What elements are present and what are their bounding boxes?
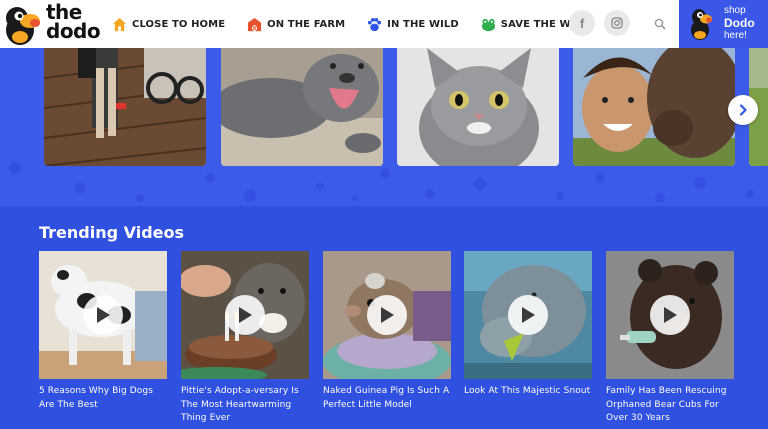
carousel-image <box>44 48 206 166</box>
top-nav: the dodo CLOSE TO HOME ON THE FARM IN TH… <box>0 0 768 48</box>
chevron-right-icon <box>739 104 747 116</box>
play-button[interactable] <box>367 295 407 335</box>
instagram-icon <box>611 17 623 29</box>
play-button[interactable] <box>83 295 123 335</box>
house-icon <box>112 17 127 31</box>
carousel-image <box>221 48 383 166</box>
logo-wordmark: the dodo <box>46 2 101 43</box>
video-thumbnail[interactable] <box>323 251 451 379</box>
shop-line-3: here! <box>724 30 747 41</box>
section-nav: CLOSE TO HOME ON THE FARM IN THE WILD SA… <box>112 0 611 48</box>
play-icon <box>381 307 394 323</box>
video-thumbnail[interactable] <box>464 251 592 379</box>
nav-label: ON THE FARM <box>267 18 346 30</box>
frog-icon <box>481 18 495 31</box>
play-button[interactable] <box>508 295 548 335</box>
section-title: Trending Videos <box>39 223 185 242</box>
search-icon <box>654 18 666 30</box>
shop-line-2: Dodo <box>724 16 755 30</box>
nav-close-to-home[interactable]: CLOSE TO HOME <box>112 17 225 32</box>
play-icon <box>664 307 677 323</box>
shop-bird-icon <box>691 9 712 40</box>
carousel-card[interactable] <box>573 48 735 166</box>
play-icon <box>239 307 252 323</box>
carousel-next-button[interactable] <box>728 95 758 125</box>
nav-label: CLOSE TO HOME <box>132 18 226 30</box>
video-card[interactable]: 5 Reasons Why Big Dogs Are The Best <box>39 251 167 412</box>
facebook-icon: f <box>579 15 585 31</box>
carousel-card[interactable] <box>221 48 383 166</box>
video-title[interactable]: Pittie's Adopt-a-versary Is The Most Hea… <box>181 385 309 426</box>
video-thumbnail[interactable] <box>181 251 309 379</box>
nav-on-the-farm[interactable]: ON THE FARM <box>247 17 345 32</box>
search-button[interactable] <box>649 13 671 35</box>
video-card[interactable]: Naked Guinea Pig Is Such A Perfect Littl… <box>323 251 451 412</box>
carousel-card[interactable] <box>44 48 206 166</box>
video-title[interactable]: Naked Guinea Pig Is Such A Perfect Littl… <box>323 385 451 412</box>
nav-in-the-wild[interactable]: IN THE WILD <box>367 17 459 32</box>
video-title[interactable]: 5 Reasons Why Big Dogs Are The Best <box>39 385 167 412</box>
dodo-bird-icon <box>6 7 40 45</box>
play-icon <box>97 307 110 323</box>
video-card[interactable]: Family Has Been Rescuing Orphaned Bear C… <box>606 251 734 426</box>
play-button[interactable] <box>650 295 690 335</box>
play-button[interactable] <box>225 295 265 335</box>
video-title[interactable]: Family Has Been Rescuing Orphaned Bear C… <box>606 385 734 426</box>
shop-dodo-button[interactable]: shop Dodo here! <box>679 0 768 48</box>
video-thumbnail[interactable] <box>39 251 167 379</box>
facebook-button[interactable]: f <box>569 10 595 36</box>
instagram-button[interactable] <box>604 10 630 36</box>
trending-videos-section: Trending Videos 5 Reasons Why Big Dogs A… <box>0 206 768 429</box>
carousel-image <box>573 48 735 166</box>
shop-text: shop Dodo here! <box>724 5 755 42</box>
video-title[interactable]: Look At This Majestic Snout <box>464 385 592 399</box>
logo-text-dodo: dodo <box>46 19 101 43</box>
play-icon <box>522 307 535 323</box>
video-thumbnail[interactable] <box>606 251 734 379</box>
paw-icon <box>368 17 382 31</box>
barn-icon <box>248 17 262 31</box>
top-carousel <box>0 48 768 206</box>
carousel-image <box>397 48 559 166</box>
nav-label: IN THE WILD <box>387 18 459 30</box>
carousel-card[interactable] <box>397 48 559 166</box>
video-card[interactable]: Look At This Majestic Snout <box>464 251 592 399</box>
video-card[interactable]: Pittie's Adopt-a-versary Is The Most Hea… <box>181 251 309 426</box>
dodo-logo[interactable]: the dodo <box>2 2 101 46</box>
